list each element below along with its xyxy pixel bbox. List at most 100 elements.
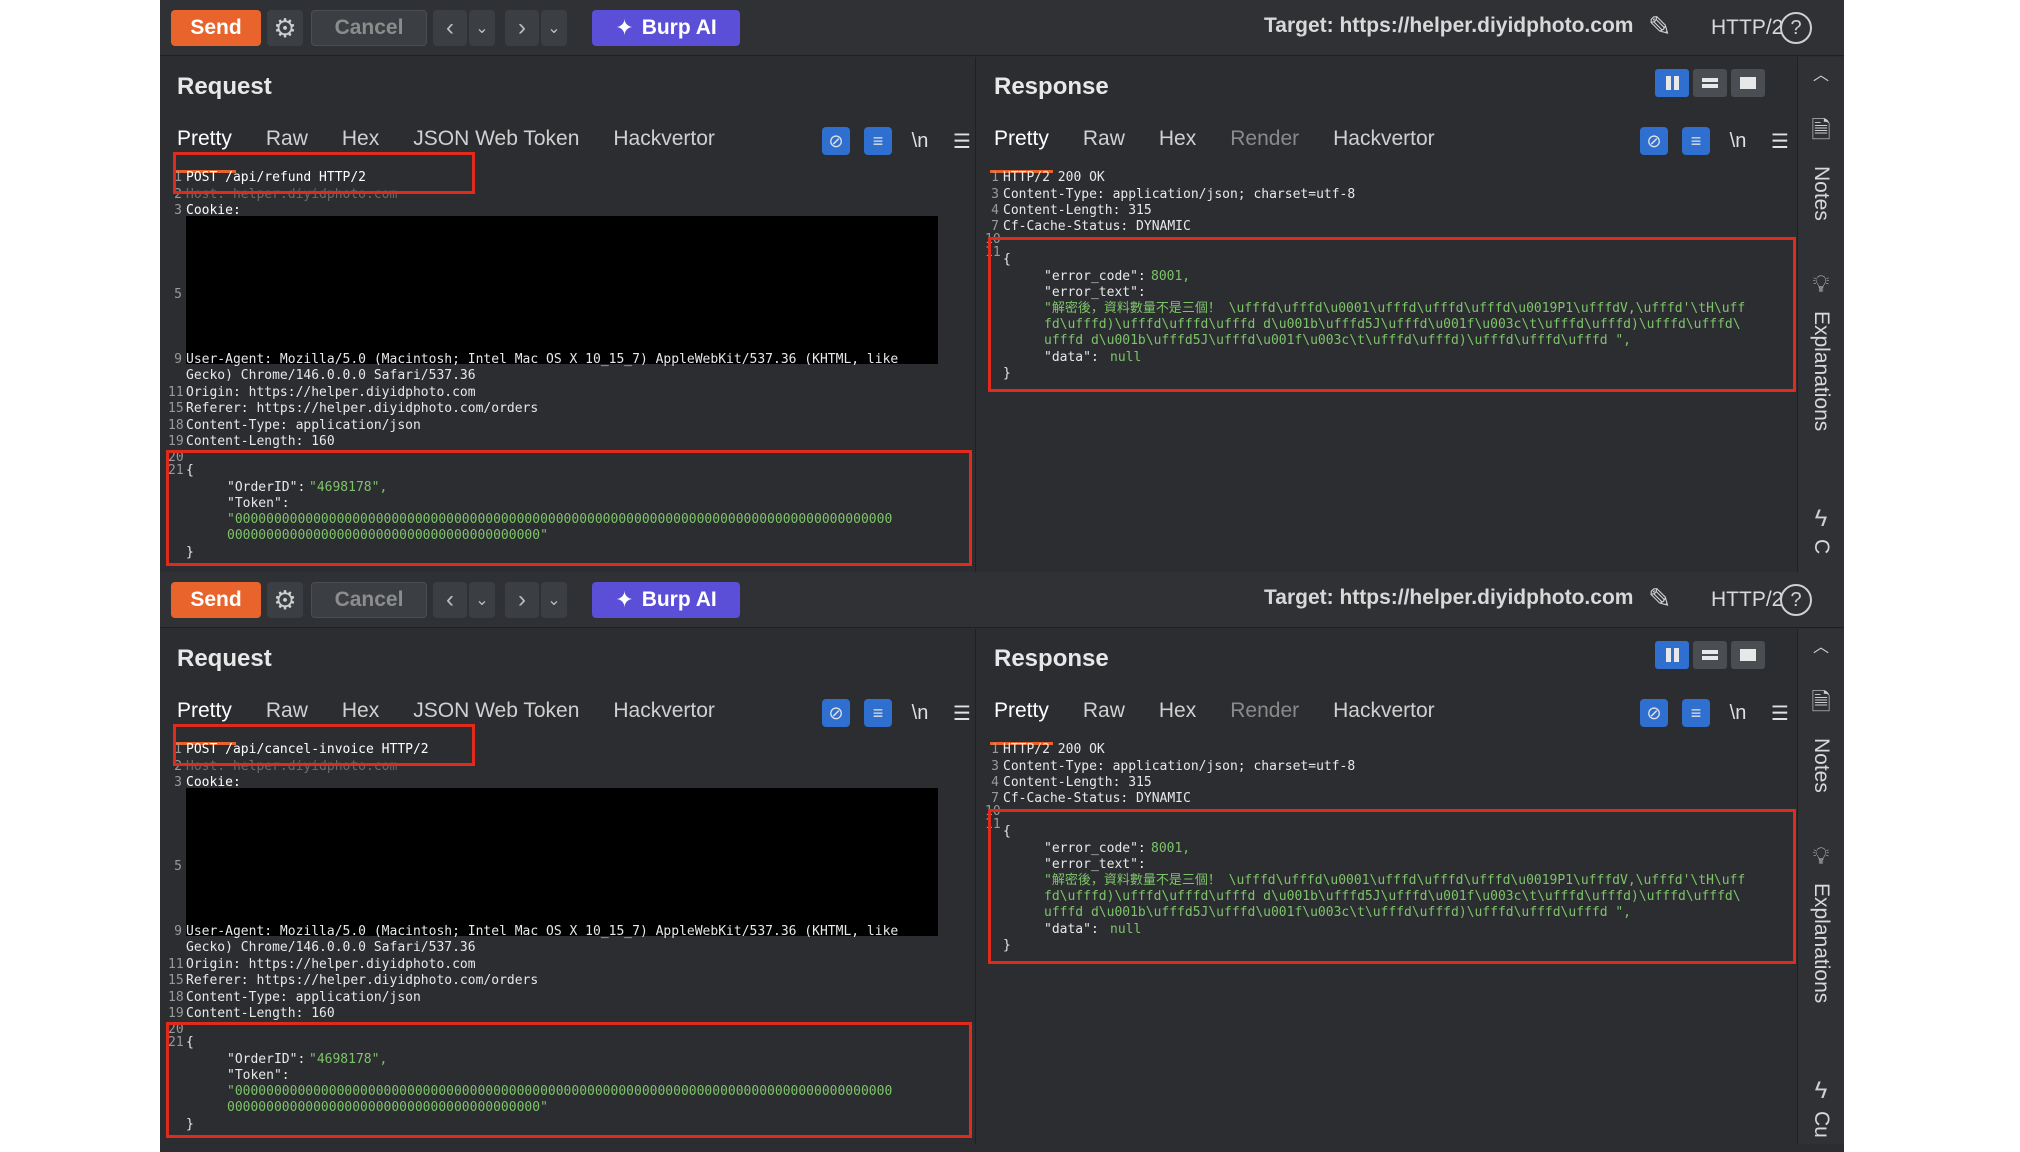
third-label: C <box>1810 539 1833 555</box>
split-vertical-button[interactable] <box>1655 69 1689 97</box>
chevron-up-icon[interactable]: ︿ <box>1813 633 1829 657</box>
hide-invisible-icon[interactable]: ⊘ <box>1640 127 1668 155</box>
response-editor-tools: ⊘ ≡ \n ☰ <box>1640 127 1794 155</box>
wrap-lines-icon[interactable]: ≡ <box>864 699 892 727</box>
content-length-header: Content-Length: 315 <box>1003 203 1152 218</box>
cancel-button[interactable]: Cancel <box>311 582 427 618</box>
send-button[interactable]: Send <box>171 582 261 618</box>
hide-invisible-icon[interactable]: ⊘ <box>822 699 850 727</box>
sparkle-icon: ✦ <box>615 587 634 612</box>
line-number: 1 <box>991 170 999 185</box>
forward-history-dropdown[interactable]: ⌄ <box>541 582 567 618</box>
newline-toggle-icon[interactable]: \n <box>1724 127 1752 155</box>
tab-render[interactable]: Render <box>1230 699 1299 737</box>
tab-hackvertor[interactable]: Hackvertor <box>1333 127 1435 165</box>
split-horizontal-button[interactable] <box>1693 641 1727 669</box>
third-label: Cu <box>1810 1111 1833 1138</box>
hide-invisible-icon[interactable]: ⊘ <box>1640 699 1668 727</box>
split-vertical-button[interactable] <box>1655 641 1689 669</box>
tab-hackvertor[interactable]: Hackvertor <box>613 127 715 165</box>
line-number: 11 <box>168 385 184 400</box>
line-number: 15 <box>168 973 184 988</box>
status-line: HTTP/2 200 OK <box>1003 170 1105 185</box>
repeater-panel-top: Send ⚙ Cancel ‹ ⌄ › ⌄ ✦ Burp AI Target: h… <box>160 0 1844 572</box>
wrap-lines-icon[interactable]: ≡ <box>1682 699 1710 727</box>
menu-icon[interactable]: ☰ <box>948 699 976 727</box>
tab-pretty[interactable]: Pretty <box>990 699 1053 745</box>
tab-pretty[interactable]: Pretty <box>990 127 1053 173</box>
wrap-lines-icon[interactable]: ≡ <box>1682 127 1710 155</box>
explanations-tab[interactable]: 💡︎ Explanations <box>1798 271 1844 431</box>
menu-icon[interactable]: ☰ <box>1766 127 1794 155</box>
third-tab[interactable]: ϟ C <box>1798 505 1844 554</box>
menu-icon[interactable]: ☰ <box>1766 699 1794 727</box>
forward-button[interactable]: › <box>505 10 539 46</box>
wrap-lines-icon[interactable]: ≡ <box>864 127 892 155</box>
chevron-left-icon: ‹ <box>446 14 454 41</box>
origin-header: Origin: https://helper.diyidphoto.com <box>186 385 476 400</box>
single-view-button[interactable] <box>1731 69 1765 97</box>
split-horizontal-button[interactable] <box>1693 69 1727 97</box>
user-agent-header-cont: Gecko) Chrome/146.0.0.0 Safari/537.36 <box>186 940 476 955</box>
line-number: 3 <box>174 775 182 790</box>
protocol-label[interactable]: HTTP/2 <box>1711 588 1783 612</box>
settings-button[interactable]: ⚙ <box>267 582 303 618</box>
sparkle-icon: ✦ <box>615 15 634 40</box>
back-history-dropdown[interactable]: ⌄ <box>469 582 495 618</box>
menu-icon[interactable]: ☰ <box>948 127 976 155</box>
single-view-button[interactable] <box>1731 641 1765 669</box>
repeater-panel-bottom: Send ⚙ Cancel ‹ ⌄ › ⌄ ✦ Burp AI Target: h… <box>160 572 1844 1144</box>
back-history-dropdown[interactable]: ⌄ <box>469 10 495 46</box>
cancel-button[interactable]: Cancel <box>311 10 427 46</box>
tab-hackvertor[interactable]: Hackvertor <box>613 699 715 737</box>
tab-render[interactable]: Render <box>1230 127 1299 165</box>
response-title: Response <box>994 73 1109 100</box>
notes-label: Notes <box>1810 738 1833 793</box>
send-button[interactable]: Send <box>171 10 261 46</box>
highlight-box <box>988 237 1796 392</box>
settings-button[interactable]: ⚙ <box>267 10 303 46</box>
protocol-label[interactable]: HTTP/2 <box>1711 16 1783 40</box>
burp-ai-button[interactable]: ✦ Burp AI <box>592 10 740 46</box>
request-title: Request <box>177 73 272 100</box>
pencil-icon[interactable]: ✎ <box>1648 582 1671 615</box>
lightning-icon: ϟ <box>1814 505 1828 532</box>
chevron-up-icon[interactable]: ︿ <box>1813 61 1829 85</box>
tab-hex[interactable]: Hex <box>1159 127 1196 165</box>
notes-tab[interactable]: 🗎 Notes <box>1798 685 1844 793</box>
forward-button[interactable]: › <box>505 582 539 618</box>
target-label[interactable]: Target: https://helper.diyidphoto.com <box>1264 586 1633 610</box>
question-icon[interactable]: ? <box>1780 12 1812 44</box>
pencil-icon[interactable]: ✎ <box>1648 10 1671 43</box>
third-tab[interactable]: ϟ Cu <box>1798 1077 1844 1138</box>
target-label[interactable]: Target: https://helper.diyidphoto.com <box>1264 14 1633 38</box>
response-pane: Response Pretty Raw Hex Render Hackverto… <box>977 57 1797 572</box>
highlight-box <box>988 809 1796 964</box>
cache-status-header: Cf-Cache-Status: DYNAMIC <box>1003 791 1191 806</box>
tab-raw[interactable]: Raw <box>1083 127 1125 165</box>
back-button[interactable]: ‹ <box>433 582 467 618</box>
chevron-down-icon: ⌄ <box>547 592 561 609</box>
explanations-tab[interactable]: 💡︎ Explanations <box>1798 843 1844 1003</box>
burp-ai-button[interactable]: ✦ Burp AI <box>592 582 740 618</box>
line-number: 3 <box>991 186 999 202</box>
newline-toggle-icon[interactable]: \n <box>1724 699 1752 727</box>
highlight-box <box>166 450 972 566</box>
tab-hex[interactable]: Hex <box>1159 699 1196 737</box>
tab-raw[interactable]: Raw <box>1083 699 1125 737</box>
notes-tab[interactable]: 🗎 Notes <box>1798 113 1844 221</box>
referer-header: Referer: https://helper.diyidphoto.com/o… <box>186 973 539 988</box>
line-number: 1 <box>991 742 999 757</box>
newline-toggle-icon[interactable]: \n <box>906 699 934 727</box>
newline-toggle-icon[interactable]: \n <box>906 127 934 155</box>
back-button[interactable]: ‹ <box>433 10 467 46</box>
hide-invisible-icon[interactable]: ⊘ <box>822 127 850 155</box>
question-icon[interactable]: ? <box>1780 584 1812 616</box>
chevron-left-icon: ‹ <box>446 586 454 613</box>
content-type-header: Content-Type: application/json; charset=… <box>1003 758 1356 774</box>
line-number: 3 <box>174 203 182 218</box>
tab-hackvertor[interactable]: Hackvertor <box>1333 699 1435 737</box>
forward-history-dropdown[interactable]: ⌄ <box>541 10 567 46</box>
content-type-header: Content-Type: application/json <box>186 418 421 433</box>
line-number: 9 <box>174 924 182 939</box>
